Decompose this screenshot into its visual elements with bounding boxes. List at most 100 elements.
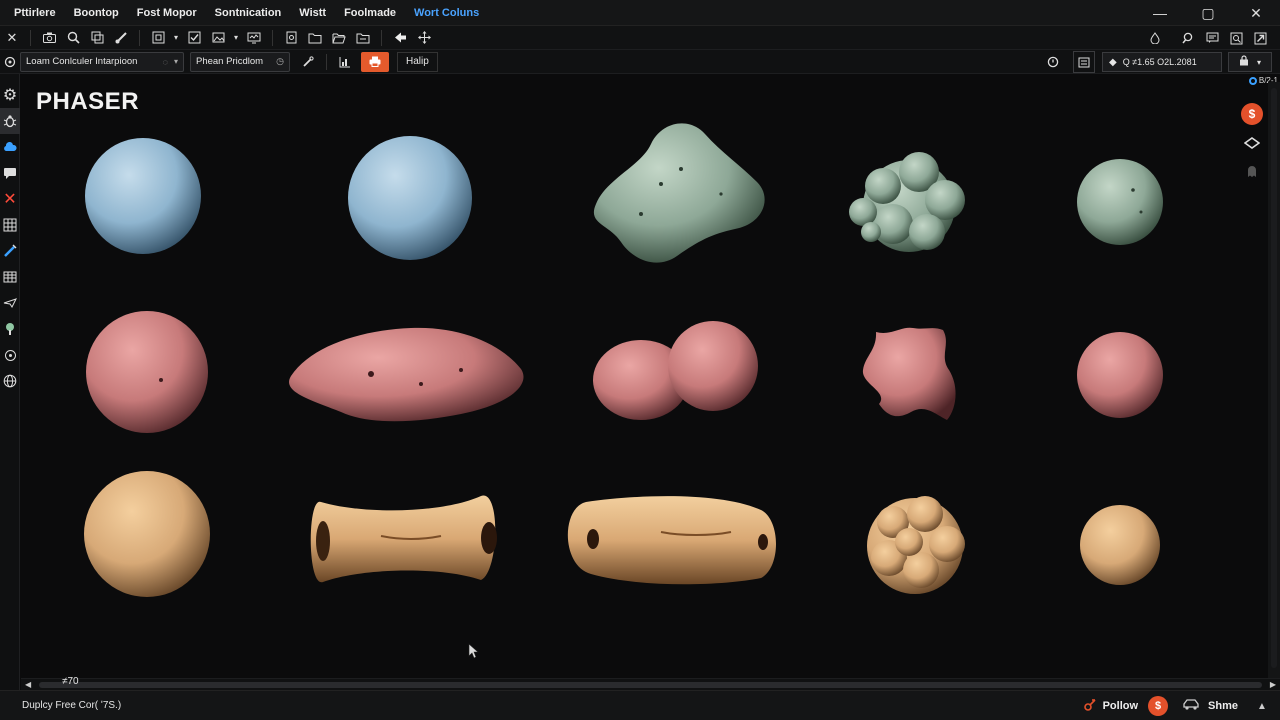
- horizontal-scrollbar-track[interactable]: [39, 682, 1262, 688]
- menu-item-7[interactable]: Wort Coluns: [414, 7, 479, 19]
- blob-blue-sphere-2[interactable]: [348, 136, 472, 260]
- blob-green-irregular[interactable]: [593, 123, 765, 263]
- blob-green-cluster[interactable]: [849, 152, 965, 252]
- circle-outline-icon[interactable]: [0, 342, 20, 368]
- monitor-icon[interactable]: [243, 27, 265, 49]
- search-image-icon[interactable]: [62, 27, 84, 49]
- tree-icon[interactable]: [0, 316, 20, 342]
- syringe-icon[interactable]: [0, 238, 20, 264]
- blob-blue-sphere-1[interactable]: [85, 138, 201, 254]
- keyboard-icon[interactable]: [0, 264, 20, 290]
- folder-icon[interactable]: [304, 27, 326, 49]
- status-coin-button[interactable]: $: [1148, 696, 1169, 716]
- move-icon[interactable]: [413, 27, 435, 49]
- speech-bubble-icon[interactable]: [0, 160, 20, 186]
- timer-icon[interactable]: [1042, 51, 1064, 73]
- globe-icon[interactable]: [0, 368, 20, 394]
- blob-tan-cluster[interactable]: [867, 496, 965, 594]
- folder-open-icon[interactable]: [328, 27, 350, 49]
- layers-icon[interactable]: [86, 27, 108, 49]
- menu-item-4[interactable]: Sontnication: [215, 7, 282, 19]
- diamond-outline-icon[interactable]: [1244, 135, 1260, 151]
- blob-tan-tube-2[interactable]: [567, 496, 776, 585]
- vertical-scrollbar[interactable]: [1268, 82, 1280, 678]
- arrow-left-icon[interactable]: [389, 27, 411, 49]
- close-icon[interactable]: ✕: [1, 27, 23, 49]
- menu-items: Pttirlere Boontop Fost Mopor Sontnicatio…: [0, 0, 497, 26]
- blob-tan-tube-1[interactable]: [310, 495, 497, 583]
- document-icon[interactable]: [280, 27, 302, 49]
- close-button[interactable]: ✕: [1232, 0, 1280, 26]
- folder-save-icon[interactable]: [352, 27, 374, 49]
- interpretation-dropdown-value: Loam Conlculer Intarpioon: [26, 56, 138, 67]
- frame-icon[interactable]: [147, 27, 169, 49]
- blob-pink-sphere-2[interactable]: [1077, 332, 1163, 418]
- follow-icon: [1083, 698, 1097, 715]
- send-icon[interactable]: [1249, 27, 1271, 49]
- coin-button[interactable]: $: [1241, 103, 1263, 125]
- diamond-icon: ◆: [1109, 56, 1117, 68]
- help-button[interactable]: Halip: [397, 51, 438, 72]
- search-icon[interactable]: [1177, 27, 1199, 49]
- scroll-right-icon[interactable]: ▶: [1270, 680, 1276, 689]
- mouse-cursor: [468, 643, 479, 659]
- chevron-down-icon: ▾: [173, 57, 178, 66]
- canvas-viewport[interactable]: PHASER: [21, 74, 1241, 678]
- phase-field[interactable]: Phean Pricdlom ◷: [190, 51, 290, 72]
- status-ring-icon: [1248, 76, 1257, 85]
- menu-item-6[interactable]: Foolmade: [344, 7, 396, 19]
- cloud-icon[interactable]: [0, 134, 20, 160]
- toolbar-primary-right: [1143, 26, 1272, 50]
- drop-icon[interactable]: [1144, 27, 1166, 49]
- pen-icon[interactable]: [297, 51, 319, 73]
- toolbar-primary: ✕ ▾ ▾: [0, 26, 1280, 50]
- blob-pink-star[interactable]: [862, 327, 956, 420]
- toolbar-secondary-right: ◆ Q ≠1.65 O2L.2081 ▾: [1041, 51, 1272, 73]
- menu-item-3[interactable]: Fost Mopor: [137, 7, 197, 19]
- print-button[interactable]: [361, 51, 389, 72]
- menu-item-1[interactable]: Pttirlere: [14, 7, 56, 19]
- menu-item-2[interactable]: Boontop: [74, 7, 119, 19]
- interpretation-dropdown[interactable]: Loam Conlculer Intarpioon ◌ ▾: [20, 51, 184, 72]
- blob-pink-flat[interactable]: [289, 327, 524, 422]
- chevron-down-icon: ▾: [1256, 57, 1261, 67]
- minimize-button[interactable]: —: [1136, 0, 1184, 26]
- share-button[interactable]: Shme: [1182, 699, 1238, 713]
- blob-tan-sphere-2[interactable]: [1080, 505, 1160, 585]
- scroll-left-icon[interactable]: ◀: [25, 680, 31, 689]
- lock-dropdown[interactable]: ▾: [1228, 52, 1272, 72]
- bug-icon[interactable]: [0, 108, 20, 134]
- chevron-down-icon[interactable]: ▾: [171, 27, 181, 49]
- scroll-up-icon[interactable]: ▲: [1252, 701, 1272, 712]
- brush-icon[interactable]: [110, 27, 132, 49]
- menu-item-5[interactable]: Wistt: [299, 7, 326, 19]
- blob-pink-sphere-1[interactable]: [86, 311, 208, 433]
- divider: [326, 53, 327, 70]
- share-button-label: Shme: [1208, 700, 1238, 712]
- ghost-icon[interactable]: [1246, 164, 1258, 178]
- grid-icon[interactable]: [0, 212, 20, 238]
- window-controls: — ▢ ✕: [1136, 0, 1280, 26]
- blob-green-sphere[interactable]: [1077, 159, 1163, 245]
- blob-tan-sphere-1[interactable]: [84, 471, 210, 597]
- image-icon[interactable]: [207, 27, 229, 49]
- chat-icon[interactable]: [1201, 27, 1223, 49]
- left-toolbar: ⚙ ✕: [0, 74, 20, 690]
- blob-gallery: [84, 123, 1163, 659]
- checkbox-icon[interactable]: [183, 27, 205, 49]
- plane-icon[interactable]: [0, 290, 20, 316]
- maximize-button[interactable]: ▢: [1184, 0, 1232, 26]
- horizontal-scrollbar[interactable]: ◀ ▶: [21, 678, 1280, 690]
- chevron-down-icon[interactable]: ▾: [231, 27, 241, 49]
- coordinate-readout[interactable]: ◆ Q ≠1.65 O2L.2081: [1102, 52, 1222, 72]
- target-icon[interactable]: [1, 51, 19, 73]
- blob-pink-double[interactable]: [593, 321, 758, 420]
- list-icon[interactable]: [1073, 51, 1095, 73]
- gear-icon[interactable]: ⚙: [0, 82, 20, 108]
- image-search-icon[interactable]: [1225, 27, 1247, 49]
- chart-icon[interactable]: [334, 51, 356, 73]
- camera-icon[interactable]: [38, 27, 60, 49]
- delete-icon[interactable]: ✕: [0, 186, 20, 212]
- follow-button[interactable]: Pollow: [1083, 698, 1138, 715]
- vertical-scrollbar-track[interactable]: [1271, 88, 1277, 668]
